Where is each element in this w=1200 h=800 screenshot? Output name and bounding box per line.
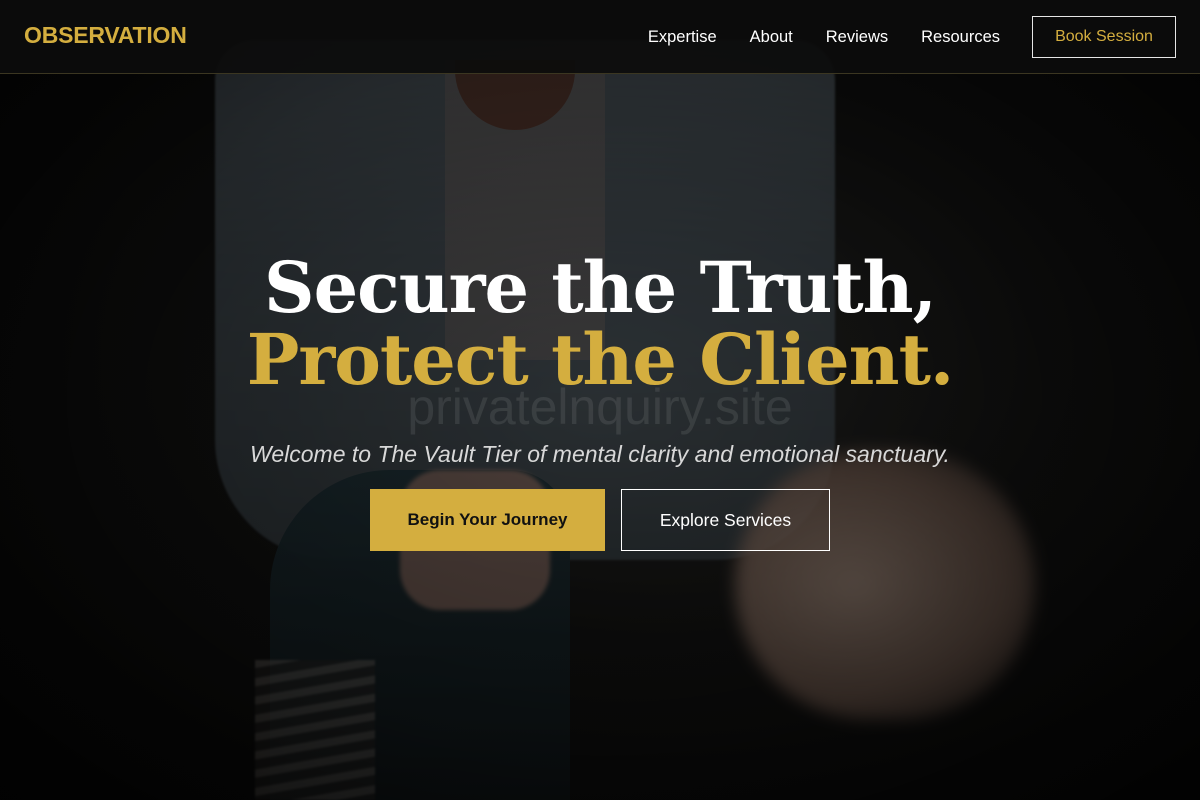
- nav-link-resources[interactable]: Resources: [921, 28, 1000, 47]
- nav-link-expertise[interactable]: Expertise: [648, 28, 717, 47]
- site-header: OBSERVATION Expertise About Reviews Reso…: [0, 0, 1200, 74]
- nav-link-reviews[interactable]: Reviews: [826, 28, 888, 47]
- book-session-button[interactable]: Book Session: [1032, 16, 1176, 58]
- hero-headline-line1: Secure the Truth,: [264, 246, 937, 329]
- site-logo[interactable]: OBSERVATION: [24, 22, 187, 49]
- main-nav: Expertise About Reviews Resources: [648, 0, 1000, 74]
- hero-headline-line2: Protect the Client.: [246, 318, 955, 401]
- explore-services-button[interactable]: Explore Services: [621, 489, 830, 551]
- nav-link-about[interactable]: About: [750, 28, 793, 47]
- hero-content: Secure the Truth, privatelnquiry.site Pr…: [0, 0, 1200, 800]
- begin-journey-button[interactable]: Begin Your Journey: [370, 489, 605, 551]
- hero-tagline: Welcome to The Vault Tier of mental clar…: [250, 441, 950, 467]
- hero-section: OBSERVATION Expertise About Reviews Reso…: [0, 0, 1200, 800]
